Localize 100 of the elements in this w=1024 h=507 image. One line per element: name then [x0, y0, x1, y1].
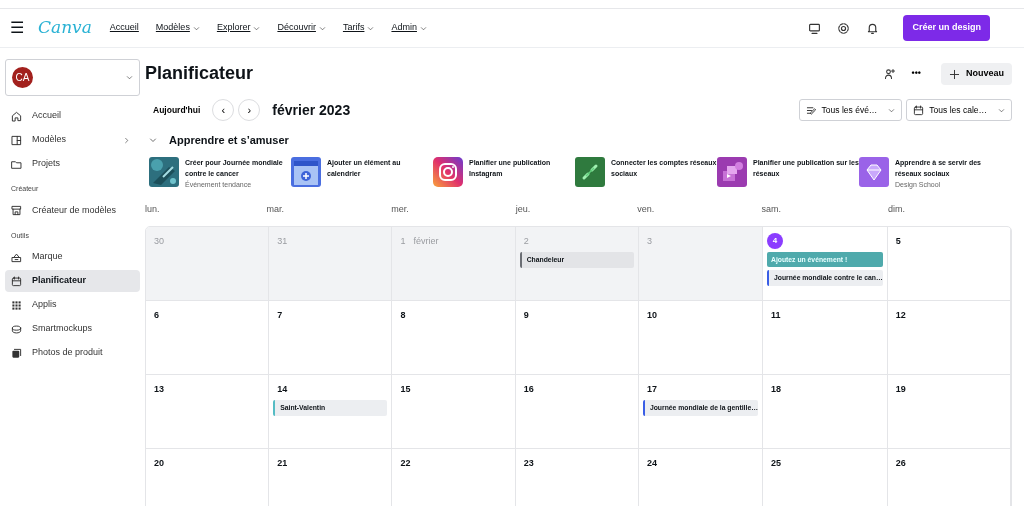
day-cell[interactable]: 13	[146, 375, 270, 450]
media-icon	[717, 156, 747, 187]
day-cell[interactable]: 6	[146, 301, 270, 376]
avatar: CA	[12, 67, 33, 88]
day-cell[interactable]: 26	[887, 449, 1011, 506]
day-cell[interactable]: 10	[638, 301, 763, 376]
day-number: 31	[277, 234, 288, 248]
day-number: 18	[770, 382, 781, 396]
day-number: 26	[895, 456, 906, 470]
new-button[interactable]: Nouveau	[941, 63, 1012, 85]
day-number: 10	[646, 308, 657, 322]
day-number: 3	[646, 234, 652, 248]
sidebar-item[interactable]: Projets	[5, 153, 140, 175]
sidebar-item[interactable]: Accueil	[5, 105, 140, 127]
day-cell[interactable]: 15	[392, 375, 516, 450]
camera-icon	[433, 156, 463, 187]
weekday-label: mar.	[266, 203, 285, 214]
day-number: 25	[770, 456, 781, 470]
stack-icon	[11, 323, 22, 335]
sidebar-item[interactable]: Marque	[5, 246, 140, 268]
sidebar-item[interactable]: Modèles	[5, 129, 140, 151]
day-number: 19	[895, 382, 906, 396]
menu-icon[interactable]: ☰	[10, 16, 24, 40]
chevron-down-icon	[126, 74, 133, 81]
folder-icon	[11, 158, 22, 170]
day-number: 7	[277, 308, 283, 322]
day-number: 30	[154, 234, 164, 248]
previous-button[interactable]: ‹	[212, 99, 235, 121]
day-number: 14	[277, 382, 288, 396]
day-cell[interactable]: 18	[762, 375, 888, 450]
home-icon	[11, 110, 22, 122]
notification-icon[interactable]	[866, 21, 880, 35]
sidebar-item[interactable]: Photos de produit	[5, 342, 140, 364]
nav-link[interactable]: Accueil	[109, 21, 139, 35]
create-design-button[interactable]: Créer un design	[903, 15, 990, 41]
weekday-label: ven.	[637, 203, 655, 214]
day-cell[interactable]: 11	[762, 301, 888, 376]
more-button[interactable]: •••	[907, 65, 925, 83]
day-number: 1	[400, 234, 406, 248]
day-number: 8	[400, 308, 406, 322]
weekday-label: mer.	[391, 203, 409, 214]
day-number: 5	[895, 234, 901, 248]
add-person-icon	[883, 68, 896, 80]
filter-dropdown[interactable]: Tous les évé…	[798, 99, 903, 121]
photo-icon	[11, 347, 22, 359]
month-label: février 2023	[272, 100, 351, 120]
nav-link[interactable]: Admin	[391, 21, 427, 35]
day-number: 16	[523, 382, 534, 396]
briefcase-icon	[11, 251, 22, 263]
layout-icon	[11, 134, 22, 146]
day-number: 22	[400, 456, 411, 470]
today-date: 4	[766, 233, 783, 250]
day-number: 2	[523, 234, 529, 248]
settings-icon[interactable]	[837, 21, 851, 35]
account-selector[interactable]: CA	[5, 59, 140, 96]
day-number: 20	[154, 456, 164, 470]
day-number: 11	[770, 308, 781, 322]
monitor-icon[interactable]	[808, 21, 822, 35]
day-cell[interactable]: 9	[515, 301, 639, 376]
weekday-label: lun.	[145, 203, 160, 214]
day-number: 17	[646, 382, 657, 396]
chevron-down-icon	[998, 106, 1005, 114]
sidebar-item[interactable]: Créateur de modèles	[5, 199, 140, 222]
link-icon	[575, 156, 605, 187]
month-name: février	[413, 234, 439, 248]
sidebar-item[interactable]: Applis	[5, 294, 140, 316]
day-cell[interactable]: 24	[638, 449, 763, 506]
chevron-down-icon	[149, 136, 157, 145]
nav-link[interactable]: Tarifs	[342, 21, 375, 35]
day-cell[interactable]: 21	[269, 449, 393, 506]
day-cell[interactable]: 7	[269, 301, 393, 376]
nav-link[interactable]: Découvrir	[277, 21, 326, 35]
day-cell[interactable]: 22	[392, 449, 516, 506]
next-button[interactable]: ›	[238, 99, 261, 121]
day-cell[interactable]: 5	[887, 227, 1011, 302]
section-title: Apprendre et s’amuser	[169, 133, 289, 148]
weekday-label: dim.	[887, 203, 905, 214]
sidebar-item[interactable]: Smartmockups	[5, 318, 140, 340]
edit-list-icon	[805, 104, 817, 116]
filter-dropdown[interactable]: Tous les cale…	[906, 99, 1012, 121]
day-number: 15	[400, 382, 411, 396]
weekday-label: sam.	[761, 203, 781, 214]
day-number: 12	[895, 308, 906, 322]
day-number: 21	[277, 456, 288, 470]
chevron-down-icon	[888, 106, 896, 114]
day-cell[interactable]: 12	[887, 301, 1011, 376]
day-cell[interactable]: 19	[887, 375, 1011, 450]
nav-link[interactable]: Modèles	[155, 21, 200, 35]
day-cell[interactable]: 20	[146, 449, 270, 506]
sidebar-item[interactable]: Planificateur	[5, 270, 140, 292]
day-cell[interactable]: 8	[392, 301, 516, 376]
calendar-icon	[11, 275, 22, 287]
today-button[interactable]: Aujourd'hui	[145, 101, 209, 119]
day-cell[interactable]: 23	[515, 449, 639, 506]
day-cell[interactable]: 16	[515, 375, 639, 450]
calendar-add-icon	[291, 156, 321, 187]
day-number: 23	[523, 456, 534, 470]
day-cell[interactable]: 25	[762, 449, 888, 506]
day-number: 24	[646, 456, 657, 470]
nav-link[interactable]: Explorer	[216, 21, 261, 35]
